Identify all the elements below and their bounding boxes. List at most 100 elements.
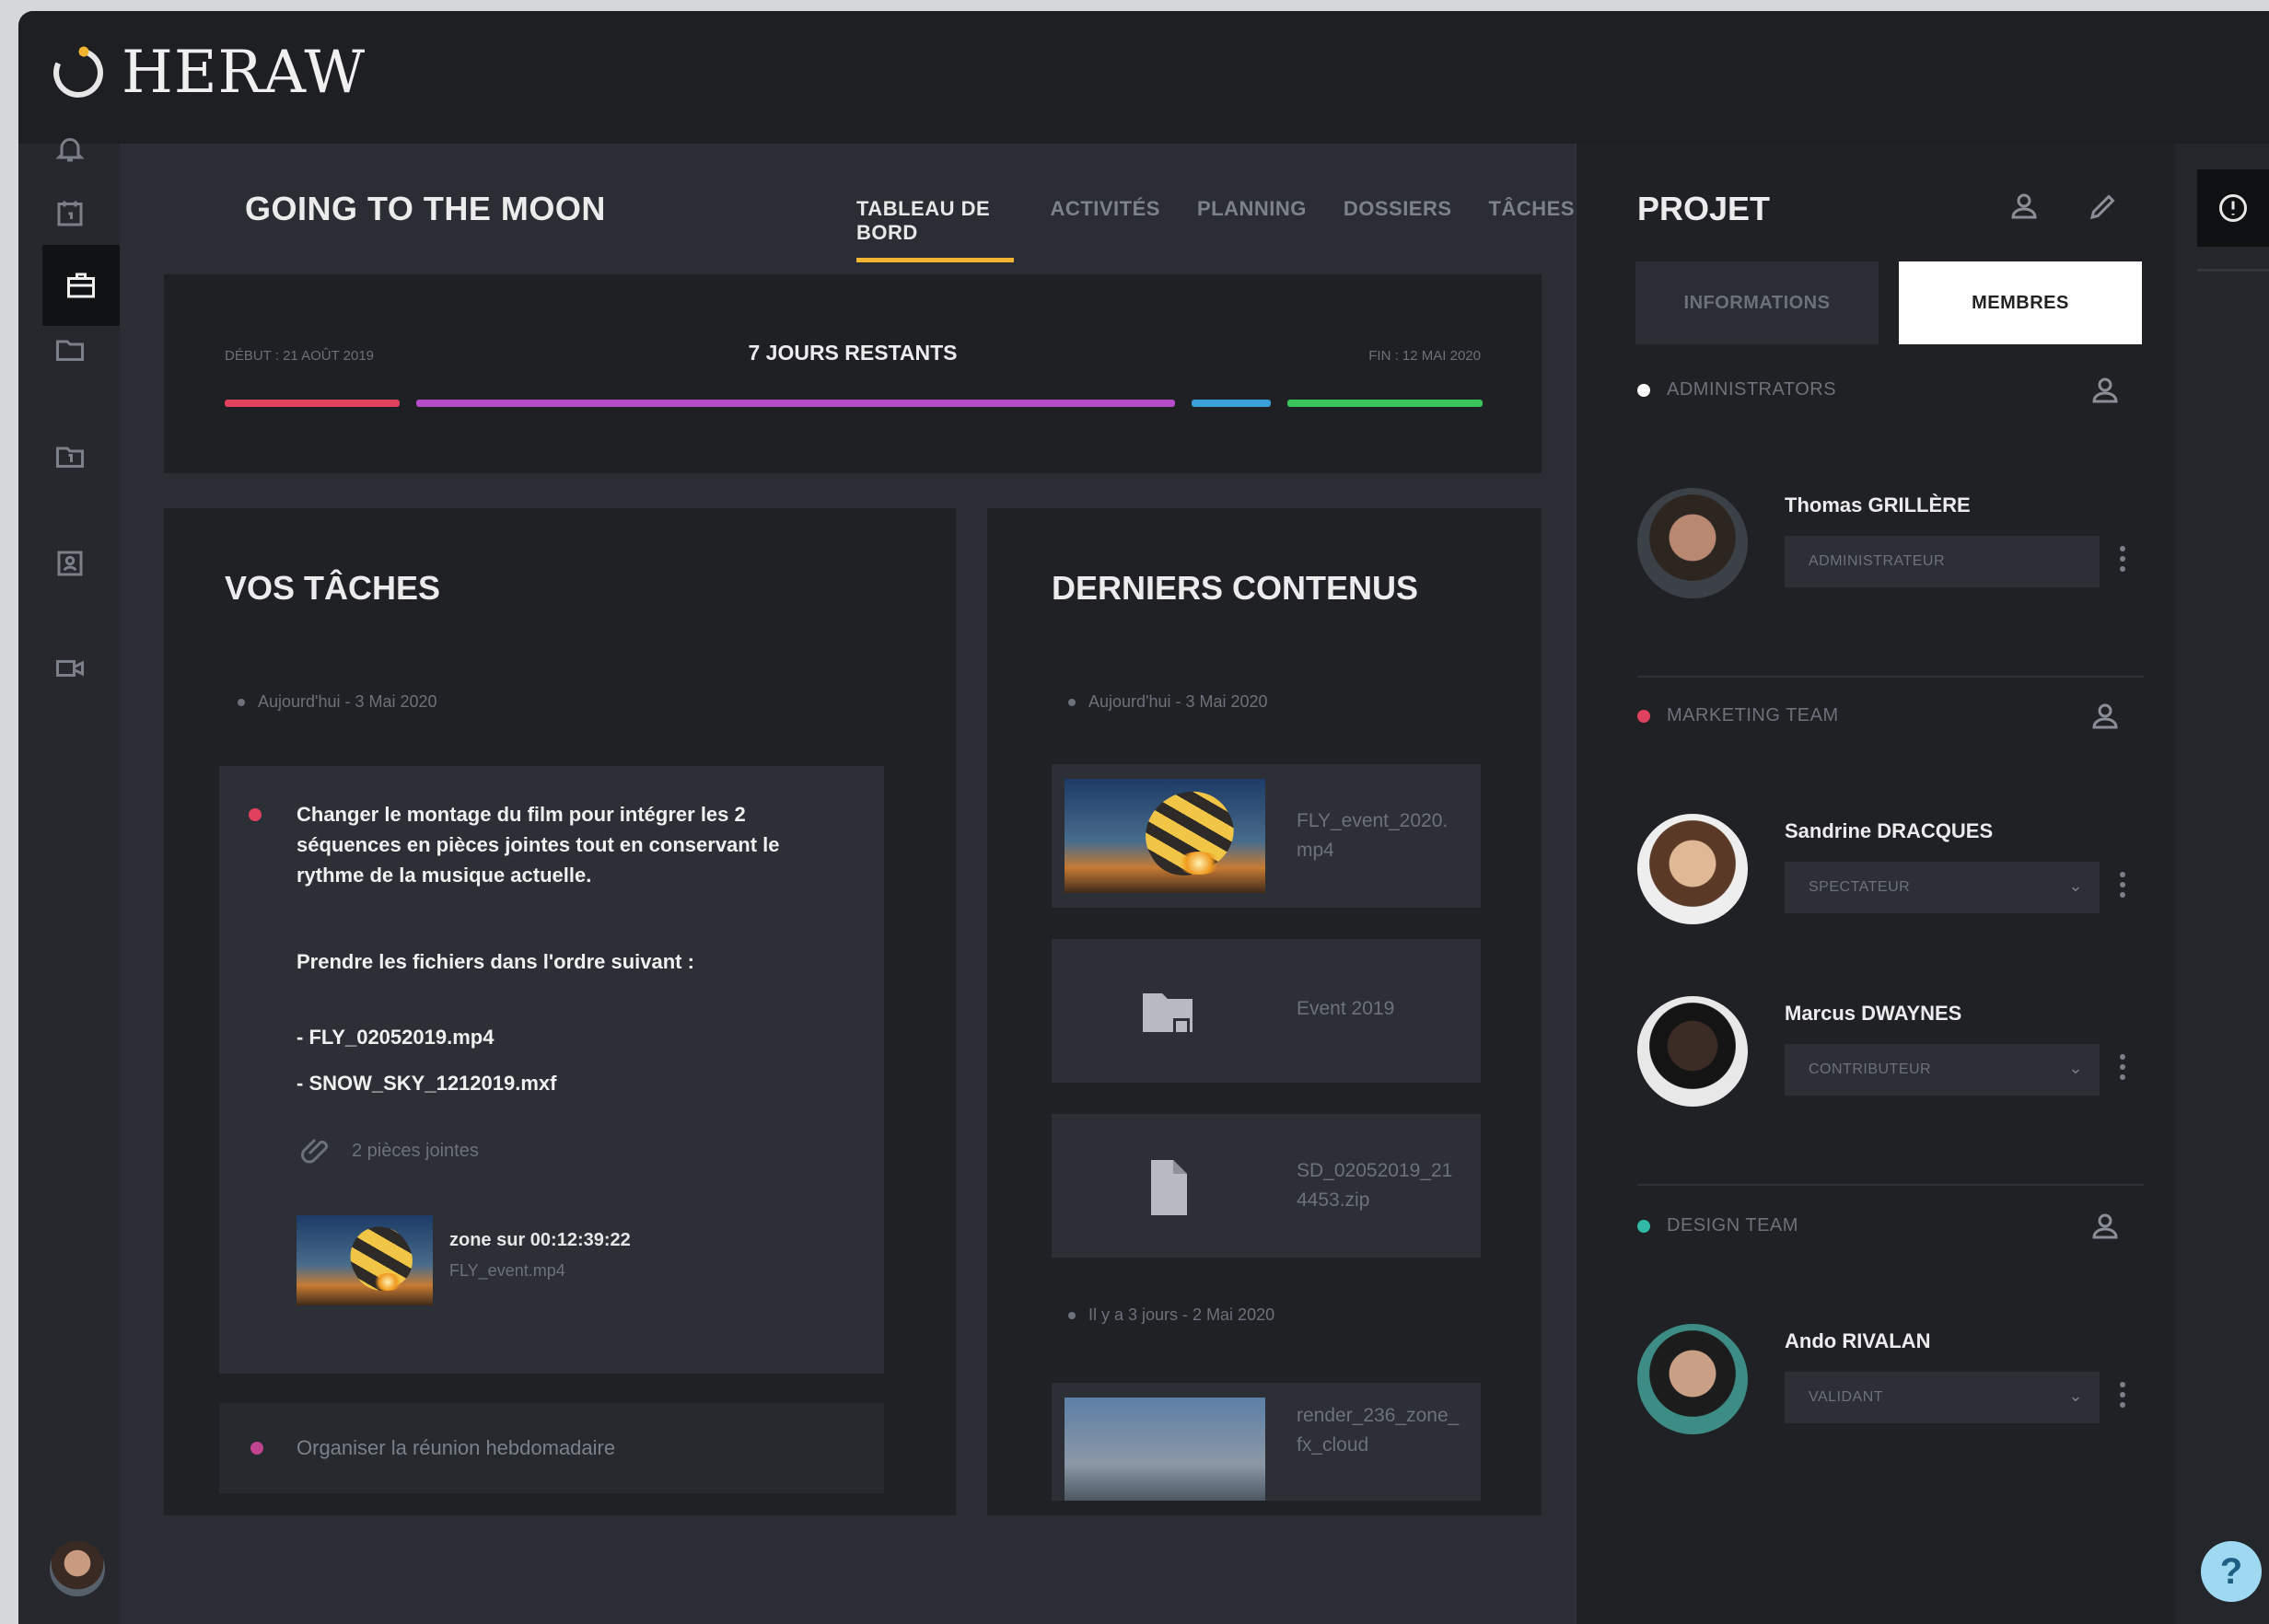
info-icon[interactable] [2197, 169, 2269, 247]
timeline-bar [225, 400, 1483, 407]
task-file-1: - FLY_02052019.mp4 [297, 1026, 495, 1049]
attachments-link[interactable]: 2 pièces jointes [297, 1134, 479, 1167]
content-name: FLY_event_2020.mp4 [1297, 810, 1449, 861]
content-name: SD_02052019_214453.zip [1297, 1160, 1453, 1211]
task-instruction: Prendre les fichiers dans l'ordre suivan… [297, 950, 694, 973]
image-thumbnail [1065, 1398, 1265, 1501]
bell-icon[interactable] [44, 123, 96, 175]
member-name: Marcus DWAYNES [1785, 1002, 1962, 1025]
group-header-design: DESIGN TEAM [1637, 1215, 1798, 1236]
timeline-end: FIN : 12 MAI 2020 [1368, 348, 1481, 364]
tab-members[interactable]: MEMBRES [1899, 261, 2142, 344]
avatar[interactable] [1637, 814, 1748, 924]
folder-icon [1134, 976, 1201, 1050]
timeline-card: DÉBUT : 21 AOÛT 2019 7 JOURS RESTANTS FI… [164, 274, 1542, 473]
attachment-filename: FLY_event.mp4 [449, 1261, 565, 1280]
contacts-icon[interactable] [44, 538, 96, 589]
tab-activities[interactable]: ACTIVITÉS [1051, 197, 1160, 262]
archive-icon[interactable] [44, 431, 96, 482]
timeline-remaining: 7 JOURS RESTANTS [748, 341, 958, 365]
task-2-text: Organiser la réunion hebdomadaire [297, 1436, 616, 1459]
avatar[interactable] [1637, 488, 1748, 598]
briefcase-icon[interactable] [42, 245, 120, 326]
logo-mark-icon [46, 41, 111, 105]
group-header-administrators: ADMINISTRATORS [1637, 379, 1836, 400]
member-role-select[interactable]: CONTRIBUTEUR ⌄ [1785, 1044, 2100, 1096]
group-color-dot [1637, 383, 1650, 397]
more-options-icon[interactable] [2120, 867, 2127, 902]
task-card[interactable]: Changer le montage du film pour intégrer… [219, 766, 884, 1374]
avatar[interactable] [1637, 996, 1748, 1107]
content-name: render_236_zone_fx_cloud [1297, 1405, 1460, 1456]
add-user-icon[interactable] [2089, 374, 2122, 412]
more-options-icon[interactable] [2120, 1377, 2127, 1412]
more-options-icon[interactable] [2120, 1050, 2127, 1085]
avatar[interactable] [1637, 1324, 1748, 1434]
task-file-2: - SNOW_SKY_1212019.mxf [297, 1072, 557, 1095]
main-header: GOING TO THE MOON TABLEAU DE BORD ACTIVI… [120, 144, 1575, 263]
chevron-down-icon: ⌄ [2068, 1059, 2083, 1077]
task-status-dot [250, 1442, 263, 1455]
task-status-dot [249, 808, 262, 821]
member-role-select[interactable]: SPECTATEUR ⌄ [1785, 862, 2100, 913]
group-divider [1637, 1184, 2144, 1186]
project-tabs: TABLEAU DE BORD ACTIVITÉS PLANNING DOSSI… [856, 197, 1575, 262]
tab-planning[interactable]: PLANNING [1197, 197, 1307, 262]
left-nav-rail [18, 138, 120, 1624]
tab-folders[interactable]: DOSSIERS [1344, 197, 1452, 262]
folder-icon[interactable] [44, 324, 96, 376]
task-description: Changer le montage du film pour intégrer… [297, 803, 780, 887]
tasks-title: VOS TÂCHES [225, 569, 441, 607]
help-button[interactable]: ? [2201, 1541, 2262, 1602]
project-panel-tabs: INFORMATIONS MEMBRES [1635, 261, 2142, 344]
attachment-thumbnail[interactable] [297, 1215, 433, 1305]
logo[interactable]: HERAW [46, 39, 367, 107]
member-name: Ando RIVALAN [1785, 1329, 1931, 1352]
content-item-file[interactable]: SD_02052019_214453.zip [1052, 1114, 1481, 1258]
member-role-select[interactable]: VALIDANT ⌄ [1785, 1372, 2100, 1423]
project-panel: PROJET INFORMATIONS MEMBRES ADMINISTRATO… [1575, 144, 2175, 1624]
more-options-icon[interactable] [2120, 541, 2127, 576]
right-utility-rail: ? [2175, 144, 2269, 1624]
group-divider [1637, 676, 2144, 678]
add-user-icon[interactable] [2089, 1210, 2122, 1247]
rail-divider [2197, 269, 2269, 272]
tab-tasks[interactable]: TÂCHES [1489, 197, 1575, 262]
content-item-folder[interactable]: Event 2019 [1052, 939, 1481, 1083]
timeline-segment-green [1287, 400, 1483, 407]
member-name: Sandrine DRACQUES [1785, 819, 1994, 842]
recent-content-panel: DERNIERS CONTENUS Aujourd'hui - 3 Mai 20… [987, 508, 1542, 1515]
tasks-panel: VOS TÂCHES Aujourd'hui - 3 Mai 2020 Chan… [164, 508, 956, 1515]
project-title: GOING TO THE MOON [245, 190, 606, 227]
attachment-title: zone sur 00:12:39:22 [449, 1230, 631, 1250]
paperclip-icon [301, 1138, 328, 1164]
group-header-marketing: MARKETING TEAM [1637, 705, 1839, 726]
file-icon [1134, 1151, 1201, 1224]
chevron-down-icon: ⌄ [2068, 1386, 2083, 1405]
content-item-video[interactable]: FLY_event_2020.mp4 [1052, 764, 1481, 908]
top-bar: HERAW [18, 11, 2269, 144]
calendar-icon[interactable] [44, 188, 96, 239]
content-item-image[interactable]: render_236_zone_fx_cloud [1052, 1383, 1481, 1501]
tab-dashboard[interactable]: TABLEAU DE BORD [856, 197, 1014, 262]
group-color-dot [1637, 1219, 1650, 1233]
task-card-2[interactable]: Organiser la réunion hebdomadaire [219, 1403, 884, 1493]
logo-text: HERAW [122, 39, 367, 107]
video-camera-icon[interactable] [44, 643, 96, 694]
add-user-icon[interactable] [2007, 190, 2041, 227]
project-panel-actions [2007, 190, 2120, 227]
content-name: Event 2019 [1297, 998, 1395, 1019]
timeline-segment-purple [416, 400, 1175, 407]
user-avatar[interactable] [50, 1541, 105, 1596]
tab-informations[interactable]: INFORMATIONS [1635, 261, 1879, 344]
edit-pencil-icon[interactable] [2087, 190, 2120, 227]
add-user-icon[interactable] [2089, 700, 2122, 737]
project-panel-title: PROJET [1637, 190, 1771, 227]
recent-content-title: DERNIERS CONTENUS [1052, 569, 1419, 607]
member-name: Thomas GRILLÈRE [1785, 493, 1971, 516]
content-day-label: Aujourd'hui - 3 Mai 2020 [1068, 692, 1268, 712]
member-role-field: ADMINISTRATEUR [1785, 536, 2100, 587]
chevron-down-icon: ⌄ [2068, 876, 2083, 895]
timeline-segment-blue [1192, 400, 1271, 407]
app-window: HERAW GOING TO THE MOON TABLEAU DE BORD [18, 11, 2269, 1624]
